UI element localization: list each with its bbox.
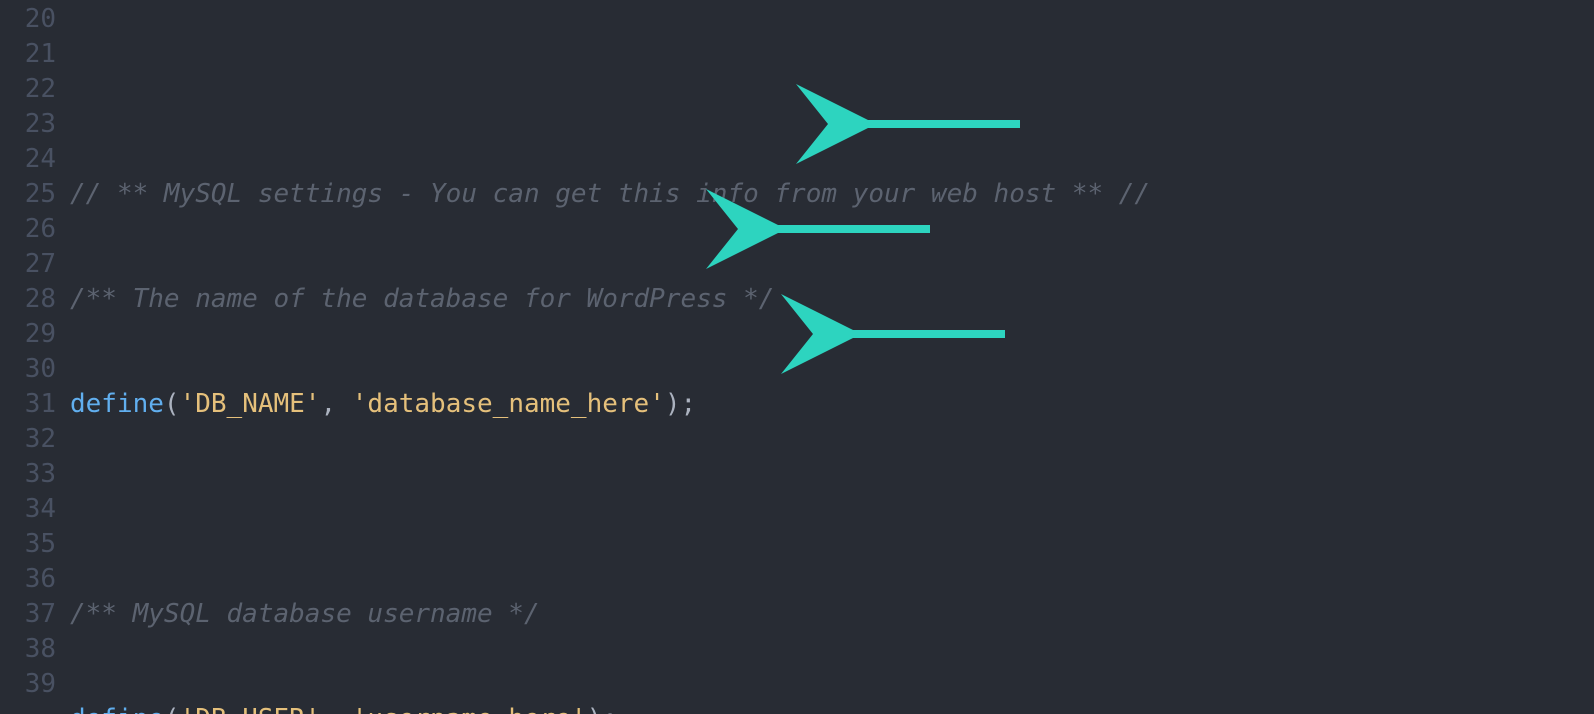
punctuation: ( <box>164 389 180 419</box>
line-number: 36 <box>0 562 70 597</box>
line-number: 29 <box>0 317 70 352</box>
code-editor[interactable]: 20 21 22 23 24 25 26 27 28 29 30 31 32 3… <box>0 0 1594 714</box>
string-value: 'database_name_here' <box>352 389 665 419</box>
code-line[interactable]: /** MySQL database username */ <box>70 597 1594 632</box>
line-number: 21 <box>0 37 70 72</box>
line-number: 24 <box>0 142 70 177</box>
punctuation: ) <box>665 389 681 419</box>
line-number: 28 <box>0 282 70 317</box>
line-number: 34 <box>0 492 70 527</box>
code-line-define-dbname[interactable]: define('DB_NAME', 'database_name_here'); <box>70 387 1594 422</box>
code-line[interactable] <box>70 72 1594 107</box>
line-number: 27 <box>0 247 70 282</box>
code-line-define-dbuser[interactable]: define('DB_USER', 'username_here'); <box>70 702 1594 714</box>
punctuation: , <box>320 389 351 419</box>
line-number: 33 <box>0 457 70 492</box>
code-line[interactable] <box>70 492 1594 527</box>
line-number: 20 <box>0 2 70 37</box>
punctuation: ; <box>681 389 697 419</box>
line-number: 30 <box>0 352 70 387</box>
line-number: 39 <box>0 667 70 702</box>
code-line[interactable]: // ** MySQL settings - You can get this … <box>70 177 1594 212</box>
line-number: 32 <box>0 422 70 457</box>
code-area[interactable]: // ** MySQL settings - You can get this … <box>70 0 1594 714</box>
line-number: 31 <box>0 387 70 422</box>
string-key: 'DB_NAME' <box>180 389 321 419</box>
line-number: 35 <box>0 527 70 562</box>
line-number: 26 <box>0 212 70 247</box>
punctuation: ; <box>602 704 618 714</box>
line-number: 23 <box>0 107 70 142</box>
keyword-define: define <box>70 704 164 714</box>
string-key: 'DB_USER' <box>180 704 321 714</box>
string-value: 'username_here' <box>352 704 587 714</box>
punctuation: ) <box>587 704 603 714</box>
punctuation: , <box>320 704 351 714</box>
line-number-gutter: 20 21 22 23 24 25 26 27 28 29 30 31 32 3… <box>0 0 70 714</box>
code-line[interactable]: /** The name of the database for WordPre… <box>70 282 1594 317</box>
line-number: 38 <box>0 632 70 667</box>
line-number: 37 <box>0 597 70 632</box>
keyword-define: define <box>70 389 164 419</box>
line-number: 22 <box>0 72 70 107</box>
comment: /** MySQL database username */ <box>70 599 540 629</box>
comment: // ** MySQL settings - You can get this … <box>70 179 1150 209</box>
comment: /** The name of the database for WordPre… <box>70 284 774 314</box>
punctuation: ( <box>164 704 180 714</box>
line-number: 25 <box>0 177 70 212</box>
